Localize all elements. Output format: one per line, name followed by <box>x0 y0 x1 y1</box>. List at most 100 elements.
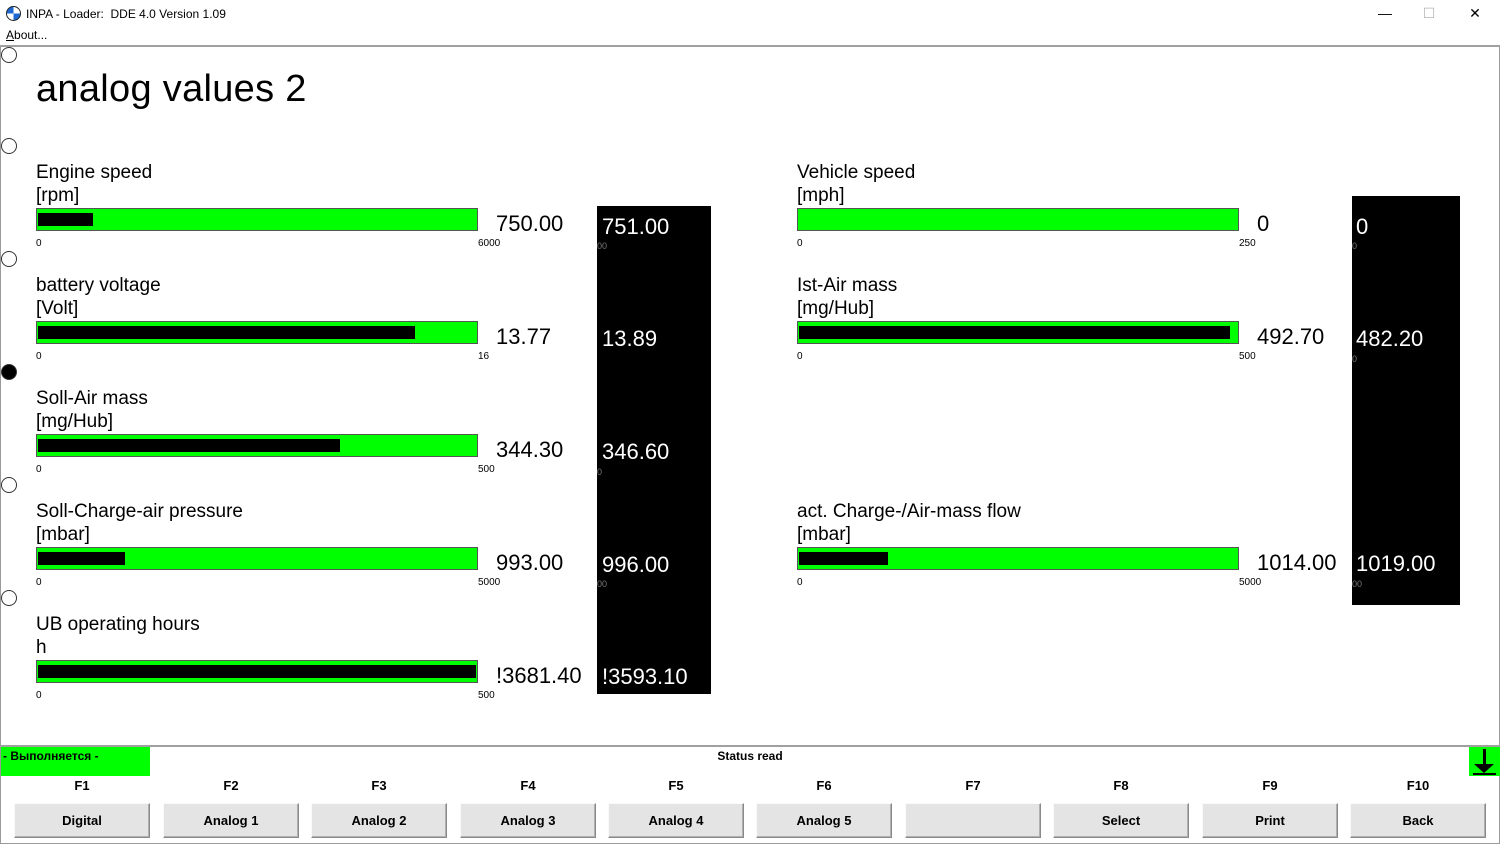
analog-5-button[interactable]: Analog 5 <box>756 803 892 838</box>
back-button[interactable]: Back <box>1350 803 1486 838</box>
minimize-button[interactable]: — <box>1362 0 1408 27</box>
gauge-label: act. Charge-/Air-mass flow <box>797 501 1021 522</box>
window-title: INPA - Loader: DDE 4.0 Version 1.09 <box>26 7 226 21</box>
radio-option-2[interactable] <box>1 138 17 154</box>
gauge-bar-fill <box>38 213 93 226</box>
gauge-max: 5000 <box>1239 577 1262 588</box>
gauge-value: 0 <box>1257 211 1270 236</box>
gauge-max: 500 <box>478 464 495 475</box>
menu-bar: About... <box>0 27 1500 45</box>
readout-ist-air: 482.20 <box>1356 326 1424 351</box>
gauge-bar <box>36 321 478 344</box>
gauge-min: 0 <box>36 351 42 362</box>
f7-empty-button[interactable] <box>905 803 1041 838</box>
menu-about-accelerator: A <box>6 28 15 42</box>
gauge-label: Soll-Air mass <box>36 388 148 409</box>
gauge-min: 0 <box>797 351 803 362</box>
fkey-label-f10: F10 <box>1406 778 1430 793</box>
gauge-engine-speed: Engine speed [rpm] 0 6000 750.00 <box>36 161 596 261</box>
readout-tick: 00 <box>597 241 608 251</box>
gauge-unit: [rpm] <box>36 185 80 206</box>
gauge-unit: [mph] <box>797 185 845 206</box>
gauge-ist-air-mass: Ist-Air mass [mg/Hub] 0 500 492.70 <box>797 274 1357 374</box>
readout-panel-left: 00 751.00 13.89 346.60 0 996.00 00 !3593… <box>597 206 711 694</box>
fkey-label-f3: F3 <box>371 778 387 793</box>
gauge-label: UB operating hours <box>36 614 200 635</box>
fkey-label-f4: F4 <box>520 778 536 793</box>
gauge-value: 993.00 <box>496 550 564 575</box>
fkey-label-f7: F7 <box>965 778 981 793</box>
bmw-logo-icon <box>6 6 21 21</box>
readout-panel-right: 0 0 482.20 0 1019.00 00 <box>1352 196 1460 605</box>
radio-option-1[interactable] <box>1 47 17 63</box>
gauge-bar <box>36 208 478 231</box>
analog-2-button[interactable]: Analog 2 <box>311 803 447 838</box>
gauge-bar-fill <box>38 326 415 339</box>
maximize-button[interactable]: ☐ <box>1406 0 1452 27</box>
gauge-value: 1014.00 <box>1257 550 1337 575</box>
gauge-bar-fill <box>38 552 125 565</box>
status-separator <box>0 745 1500 747</box>
gauge-bar <box>797 547 1239 570</box>
radio-option-4-selected[interactable] <box>1 364 17 380</box>
gauge-max: 16 <box>478 351 490 362</box>
readout-vehicle-speed: 0 <box>1356 214 1369 239</box>
down-arrow-icon[interactable] <box>1469 747 1500 776</box>
gauge-unit: [mbar] <box>36 524 90 545</box>
gauge-label: battery voltage <box>36 275 161 296</box>
fkey-label-f2: F2 <box>223 778 239 793</box>
gauge-value: 492.70 <box>1257 324 1325 349</box>
fkey-label-f5: F5 <box>668 778 684 793</box>
page-title: analog values 2 <box>36 68 307 110</box>
gauge-max: 5000 <box>478 577 501 588</box>
gauge-bar <box>36 434 478 457</box>
analog-1-button[interactable]: Analog 1 <box>163 803 299 838</box>
radio-option-6[interactable] <box>1 590 17 606</box>
fkey-label-f1: F1 <box>74 778 90 793</box>
gauge-bar-fill <box>799 552 888 565</box>
analog-4-button[interactable]: Analog 4 <box>608 803 744 838</box>
gauge-label: Ist-Air mass <box>797 275 898 296</box>
fkey-label-f8: F8 <box>1113 778 1129 793</box>
fkey-label-f6: F6 <box>816 778 832 793</box>
gauge-max: 250 <box>1239 238 1256 249</box>
status-text: Status read <box>717 749 783 763</box>
gauge-value: 344.30 <box>496 437 564 462</box>
gauge-unit: [Volt] <box>36 298 79 319</box>
readout-act-charge: 1019.00 <box>1356 551 1436 576</box>
gauge-min: 0 <box>36 238 42 249</box>
readout-ub-hours: !3593.10 <box>602 664 688 689</box>
close-button[interactable]: ✕ <box>1452 0 1498 27</box>
gauge-ub-operating-hours: UB operating hours h 0 500 !3681.40 <box>36 613 596 713</box>
gauge-label: Vehicle speed <box>797 162 916 183</box>
digital-button[interactable]: Digital <box>14 803 150 838</box>
readout-soll-air: 346.60 <box>602 439 670 464</box>
gauge-min: 0 <box>36 577 42 588</box>
print-button[interactable]: Print <box>1202 803 1338 838</box>
menu-about[interactable]: About... <box>6 28 47 42</box>
gauge-value: 13.77 <box>496 324 552 349</box>
radio-option-3[interactable] <box>1 251 17 267</box>
gauge-value: 750.00 <box>496 211 564 236</box>
gauge-min: 0 <box>797 238 803 249</box>
gauge-bar <box>797 208 1239 231</box>
gauge-min: 0 <box>36 690 42 701</box>
gauge-min: 0 <box>797 577 803 588</box>
gauge-act-charge-air-mass-flow: act. Charge-/Air-mass flow [mbar] 0 5000… <box>797 500 1357 600</box>
select-button[interactable]: Select <box>1053 803 1189 838</box>
gauge-vehicle-speed: Vehicle speed [mph] 0 250 0 <box>797 161 1357 261</box>
readout-engine-speed: 751.00 <box>602 214 670 239</box>
gauge-unit: [mg/Hub] <box>797 298 875 319</box>
readout-soll-charge: 996.00 <box>602 552 670 577</box>
gauge-max: 6000 <box>478 238 501 249</box>
radio-option-5[interactable] <box>1 477 17 493</box>
gauge-bar <box>36 547 478 570</box>
gauge-soll-air-mass: Soll-Air mass [mg/Hub] 0 500 344.30 <box>36 387 596 487</box>
gauge-unit: h <box>36 637 47 658</box>
gauge-label: Soll-Charge-air pressure <box>36 501 243 522</box>
gauge-bar <box>797 321 1239 344</box>
title-bar: INPA - Loader: DDE 4.0 Version 1.09 — ☐ … <box>0 0 1500 27</box>
fkey-label-f9: F9 <box>1262 778 1278 793</box>
analog-3-button[interactable]: Analog 3 <box>460 803 596 838</box>
gauge-bar <box>36 660 478 683</box>
